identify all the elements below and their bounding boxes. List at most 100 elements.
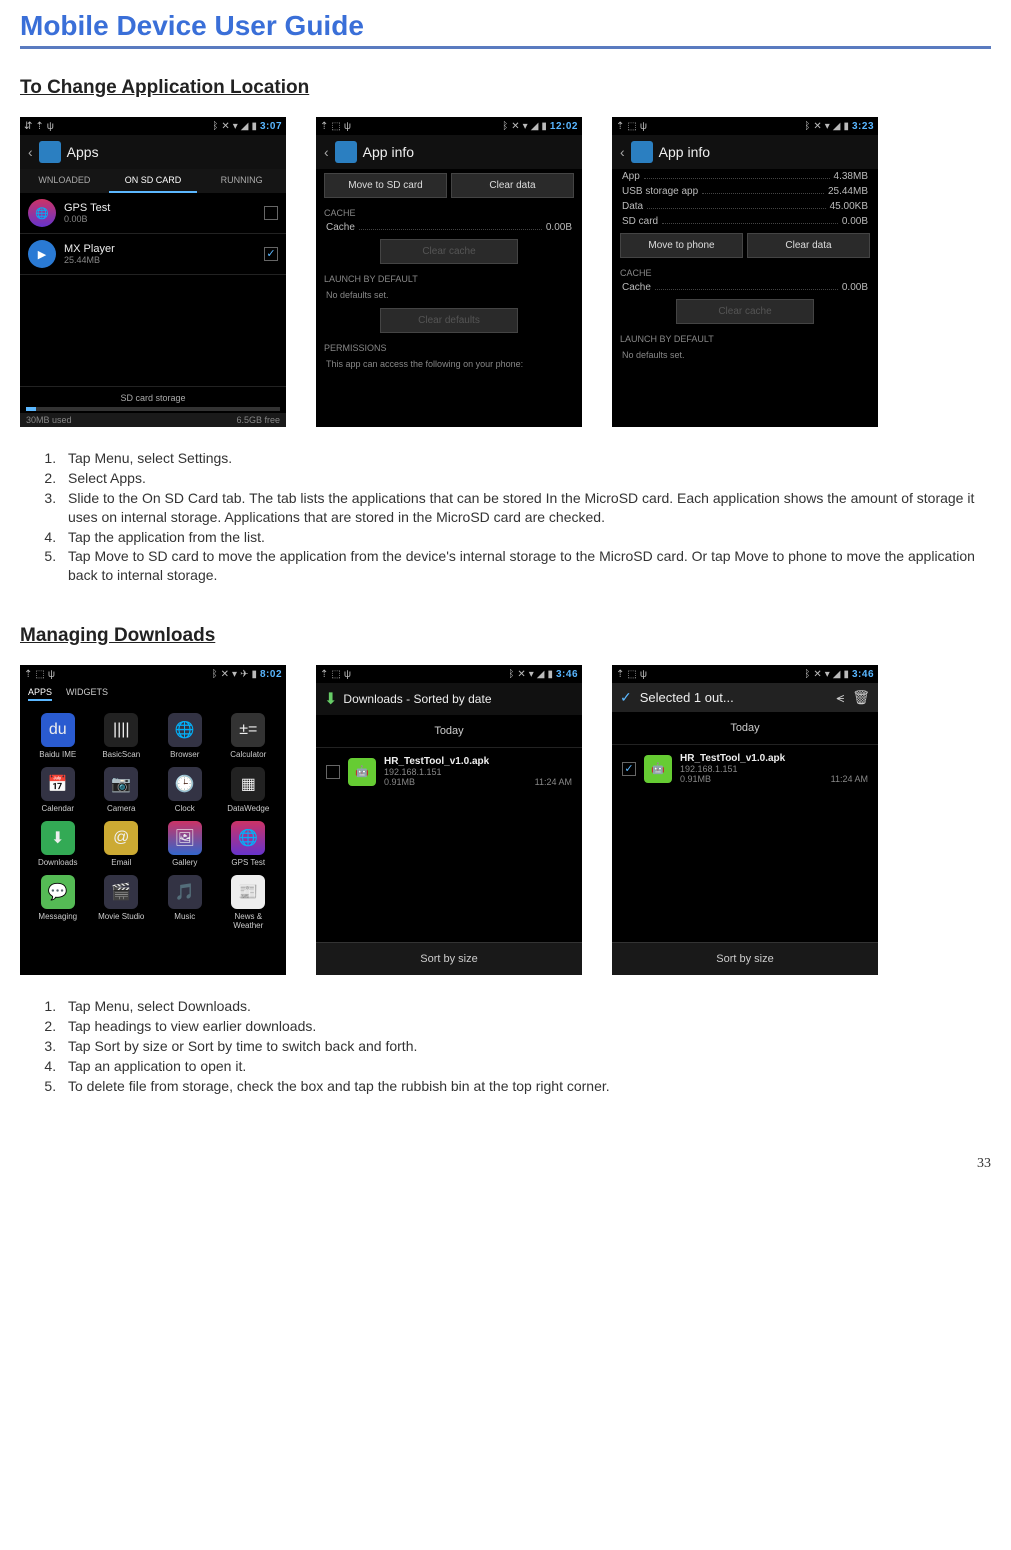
app-news-weather[interactable]: 📰News & Weather [219, 875, 279, 930]
app-calculator[interactable]: ±=Calculator [219, 713, 279, 759]
launcher-tabs: APPS WIDGETS [20, 683, 286, 705]
app-browser[interactable]: 🌐Browser [155, 713, 215, 759]
screenshot-row-1: ⇵⇡ψ ᛒ✕▾◢▮3:07 ‹ Apps WNLOADED ON SD CARD… [20, 117, 991, 427]
clear-cache-button[interactable]: Clear cache [380, 239, 518, 264]
clear-data-button[interactable]: Clear data [747, 233, 870, 258]
android-apk-icon: 🤖 [348, 758, 376, 786]
app-downloads[interactable]: ⬇Downloads [28, 821, 88, 867]
step-item: Tap Sort by size or Sort by time to swit… [60, 1037, 991, 1056]
app-music[interactable]: 🎵Music [155, 875, 215, 930]
tabs: WNLOADED ON SD CARD RUNNING [20, 169, 286, 193]
step-item: Tap Move to SD card to move the applicat… [60, 547, 991, 585]
storage-bar: SD card storage [20, 386, 286, 413]
app-gallery[interactable]: 🖼Gallery [155, 821, 215, 867]
selection-action-bar: ✓ Selected 1 out... ⪪ 🗑 [612, 683, 878, 712]
app-name: MX Player [64, 243, 264, 255]
status-time: 3:07 [260, 121, 282, 132]
mx-player-icon: ▶ [28, 240, 56, 268]
screenshot-downloads-selected: ⇡⬚ψ ᛒ✕▾◢▮3:46 ✓ Selected 1 out... ⪪ 🗑 To… [612, 665, 878, 975]
page-number: 33 [20, 1156, 991, 1172]
screenshot-app-info-move-sd: ⇡⬚ψ ᛒ✕▾◢▮12:02 ‹ App info Move to SD car… [316, 117, 582, 427]
back-icon[interactable]: ‹ [324, 144, 329, 160]
section-heading-managing-downloads: Managing Downloads [20, 625, 991, 647]
tab-downloaded[interactable]: WNLOADED [20, 169, 109, 193]
app-baidu-ime[interactable]: duBaidu IME [28, 713, 88, 759]
checkbox-checked[interactable] [264, 247, 278, 261]
status-bar: ⇡⬚ψ ᛒ✕▾◢▮3:46 [316, 665, 582, 683]
settings-icon [631, 141, 653, 163]
step-item: Tap the application from the list. [60, 528, 991, 547]
settings-icon [39, 141, 61, 163]
step-item: Tap an application to open it. [60, 1057, 991, 1076]
appbar-title: App info [659, 144, 710, 160]
checkbox-unchecked[interactable] [326, 765, 340, 779]
downloads-icon: ⬇ [324, 689, 337, 709]
status-bar: ⇡⬚ψ ᛒ✕▾◢▮3:23 [612, 117, 878, 135]
sort-by-size-button[interactable]: Sort by size [316, 942, 582, 975]
no-defaults-text: No defaults set. [316, 286, 582, 304]
step-item: Slide to the On SD Card tab. The tab lis… [60, 489, 991, 527]
done-icon[interactable]: ✓ [620, 689, 632, 706]
download-item[interactable]: 🤖 HR_TestTool_v1.0.apk 192.168.1.151 0.9… [316, 748, 582, 795]
app-row-mx-player[interactable]: ▶ MX Player 25.44MB [20, 234, 286, 275]
app-movie-studio[interactable]: 🎬Movie Studio [92, 875, 152, 930]
status-bar: ⇡⬚ψ ᛒ✕▾✈▮8:02 [20, 665, 286, 683]
data-key: Data [622, 201, 643, 212]
share-icon[interactable]: ⪪ [836, 689, 844, 706]
usb-value: 25.44MB [828, 186, 868, 197]
group-today[interactable]: Today [612, 712, 878, 745]
download-file-size: 0.91MB [384, 777, 415, 787]
tab-on-sd-card[interactable]: ON SD CARD [109, 169, 198, 193]
app-messaging[interactable]: 💬Messaging [28, 875, 88, 930]
app-name: GPS Test [64, 202, 264, 214]
back-icon[interactable]: ‹ [28, 144, 33, 160]
appbar-title: App info [363, 144, 414, 160]
android-apk-icon: 🤖 [644, 755, 672, 783]
status-time: 3:46 [556, 669, 578, 680]
app-email[interactable]: @Email [92, 821, 152, 867]
trash-icon[interactable]: 🗑 [852, 689, 870, 706]
cache-section-label: CACHE [316, 202, 582, 220]
section2-steps: Tap Menu, select Downloads. Tap headings… [20, 997, 991, 1095]
clear-data-button[interactable]: Clear data [451, 173, 574, 198]
app-camera[interactable]: 📷Camera [92, 767, 152, 813]
apps-grid: duBaidu IME ||||BasicScan 🌐Browser ±=Cal… [20, 705, 286, 938]
back-icon[interactable]: ‹ [620, 144, 625, 160]
app-datawedge[interactable]: ▦DataWedge [219, 767, 279, 813]
section-heading-change-location: To Change Application Location [20, 77, 991, 99]
step-item: To delete file from storage, check the b… [60, 1077, 991, 1096]
checkbox-checked[interactable] [622, 762, 636, 776]
document-title: Mobile Device User Guide [20, 10, 991, 46]
app-size: 25.44MB [64, 255, 264, 265]
appbar-title: Apps [67, 144, 99, 160]
launch-section-label: LAUNCH BY DEFAULT [612, 328, 878, 346]
group-today[interactable]: Today [316, 715, 582, 748]
app-clock[interactable]: 🕒Clock [155, 767, 215, 813]
app-row-gps-test[interactable]: 🌐 GPS Test 0.00B [20, 193, 286, 234]
app-calendar[interactable]: 📅Calendar [28, 767, 88, 813]
sd-value: 0.00B [842, 216, 868, 227]
tab-apps[interactable]: APPS [28, 687, 52, 701]
app-basicscan[interactable]: ||||BasicScan [92, 713, 152, 759]
clear-defaults-button[interactable]: Clear defaults [380, 308, 518, 333]
download-file-name: HR_TestTool_v1.0.apk [384, 756, 572, 767]
status-time: 8:02 [260, 669, 282, 680]
app-gps-test[interactable]: 🌐GPS Test [219, 821, 279, 867]
move-to-phone-button[interactable]: Move to phone [620, 233, 743, 258]
status-bar: ⇡⬚ψ ᛒ✕▾◢▮12:02 [316, 117, 582, 135]
clear-cache-button[interactable]: Clear cache [676, 299, 814, 324]
data-value: 45.00KB [830, 201, 868, 212]
gps-test-icon: 🌐 [28, 199, 56, 227]
sort-by-size-button[interactable]: Sort by size [612, 942, 878, 975]
app-bar: ‹ App info [612, 135, 878, 169]
move-to-sd-button[interactable]: Move to SD card [324, 173, 447, 198]
permissions-text: This app can access the following on you… [316, 355, 582, 373]
tab-widgets[interactable]: WIDGETS [66, 687, 108, 701]
app-key: App [622, 171, 640, 182]
checkbox-unchecked[interactable] [264, 206, 278, 220]
tab-running[interactable]: RUNNING [197, 169, 286, 193]
app-value: 4.38MB [834, 171, 868, 182]
title-rule [20, 46, 991, 49]
status-time: 3:23 [852, 121, 874, 132]
download-item[interactable]: 🤖 HR_TestTool_v1.0.apk 192.168.1.151 0.9… [612, 745, 878, 792]
